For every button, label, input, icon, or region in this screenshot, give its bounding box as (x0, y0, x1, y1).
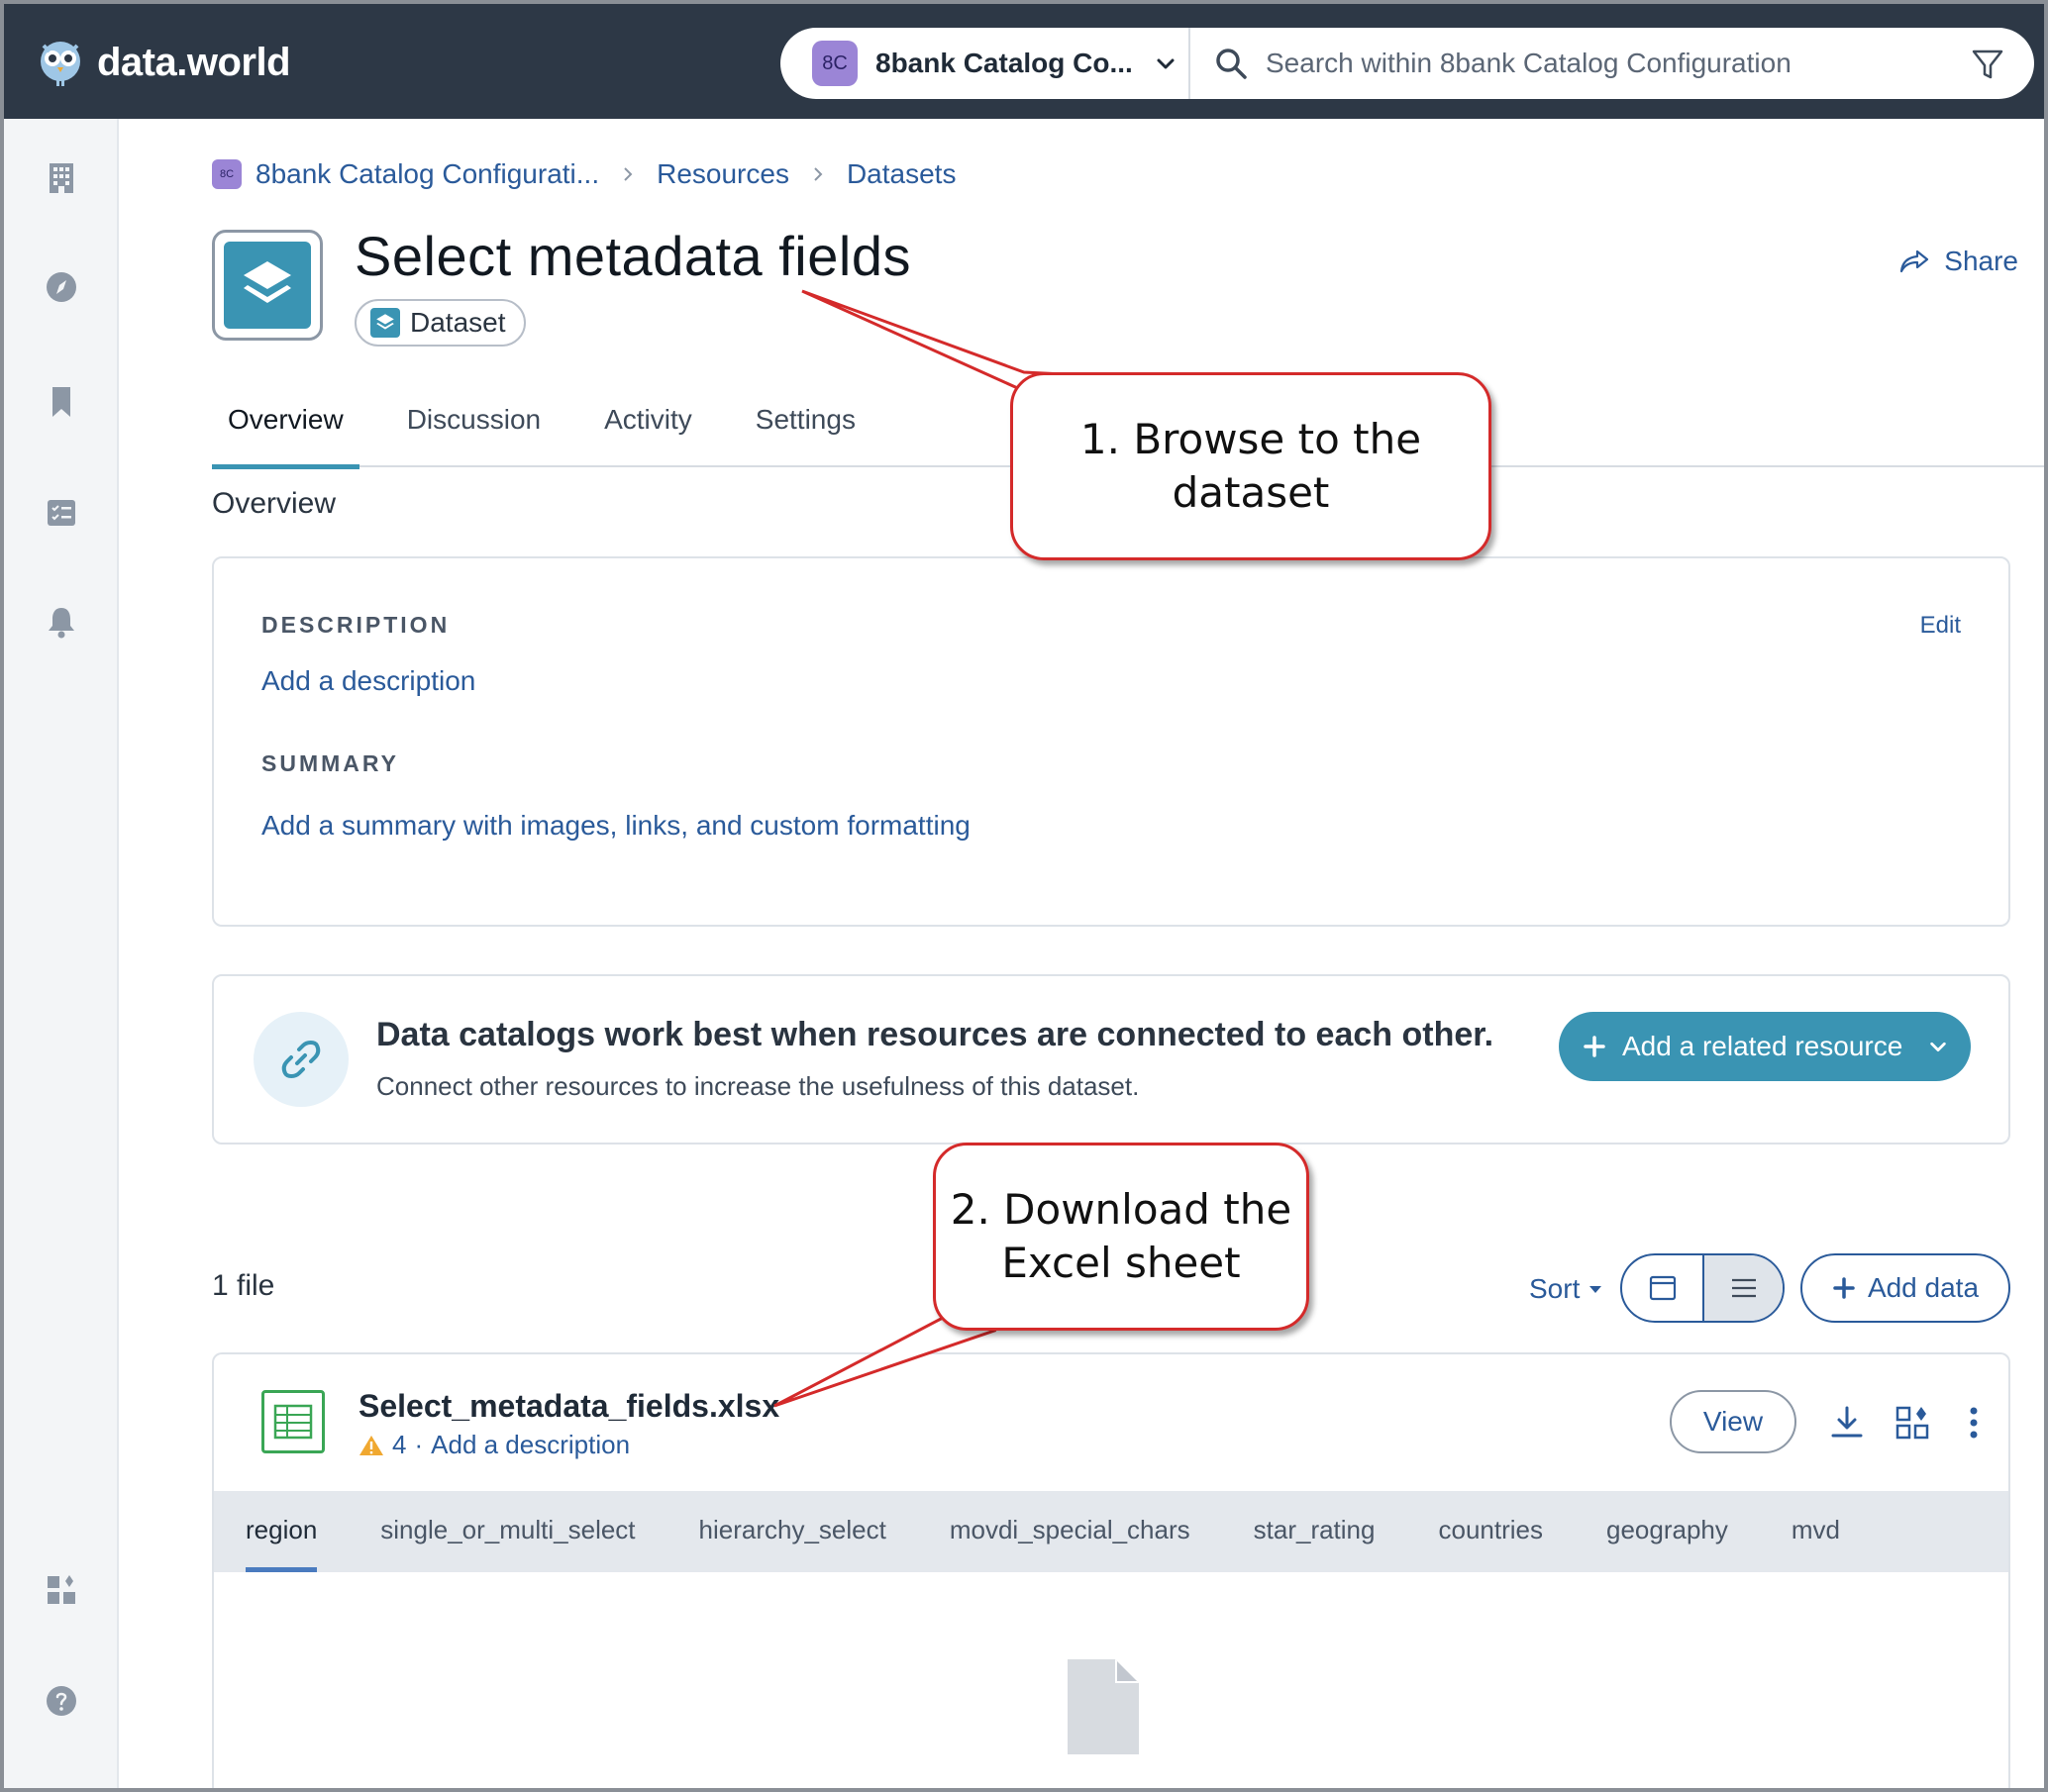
sheet-tab-movdi-special-chars[interactable]: movdi_special_chars (950, 1491, 1190, 1572)
document-placeholder-icon (1068, 1659, 1139, 1754)
plus-icon (1584, 1036, 1605, 1057)
callout-step-2: 2. Download the Excel sheet (933, 1143, 1309, 1331)
add-data-label: Add data (1867, 1272, 1980, 1303)
tasks-icon[interactable] (44, 495, 79, 531)
sidebar (4, 119, 119, 1788)
bookmark-icon[interactable] (44, 384, 79, 420)
add-description-link[interactable]: Add a description (261, 665, 475, 697)
sort-label: Sort (1529, 1273, 1581, 1304)
view-file-button[interactable]: View (1670, 1390, 1796, 1453)
org-search-bar: 8C 8bank Catalog Co... (780, 28, 2034, 99)
related-resources-card: Data catalogs work best when resources a… (212, 974, 2010, 1145)
file-name[interactable]: Select_metadata_fields.xlsx (358, 1388, 779, 1425)
connect-title: Data catalogs work best when resources a… (376, 1016, 1494, 1053)
breadcrumb-datasets[interactable]: Datasets (847, 158, 957, 190)
apps-grid-icon[interactable] (44, 1572, 79, 1608)
chevron-right-icon (624, 167, 633, 181)
apps-icon[interactable] (1894, 1404, 1931, 1442)
add-related-resource-button[interactable]: Add a related resource (1559, 1012, 1971, 1081)
summary-label: SUMMARY (261, 750, 399, 776)
description-card: DESCRIPTION Edit Add a description SUMMA… (212, 556, 2010, 927)
tab-activity[interactable]: Activity (588, 396, 708, 467)
caret-down-icon (1589, 1286, 1602, 1293)
resource-type-label: Dataset (410, 307, 506, 338)
org-badge: 8C (812, 41, 858, 86)
callout-step-1: 1. Browse to the dataset (1010, 372, 1491, 560)
link-icon (281, 1041, 321, 1078)
bell-icon[interactable] (44, 604, 79, 640)
more-vertical-icon[interactable] (1955, 1404, 1993, 1442)
sheet-tab-countries[interactable]: countries (1438, 1491, 1543, 1572)
list-view-button[interactable] (1702, 1255, 1783, 1321)
tab-settings[interactable]: Settings (740, 396, 871, 467)
tab-overview[interactable]: Overview (212, 396, 359, 469)
card-view-button[interactable] (1622, 1255, 1702, 1321)
callout-1-line-1: 1. Browse to the (1079, 415, 1422, 463)
description-label: DESCRIPTION (261, 612, 451, 638)
list-view-icon (1731, 1278, 1756, 1298)
connect-subtitle: Connect other resources to increase the … (376, 1071, 1140, 1101)
sheet-tab-region[interactable]: region (246, 1491, 318, 1572)
spreadsheet-file-icon (261, 1390, 325, 1453)
resource-type-pill[interactable]: Dataset (355, 299, 526, 347)
add-summary-link[interactable]: Add a summary with images, links, and cu… (261, 810, 971, 842)
warning-icon (359, 1435, 383, 1455)
share-label: Share (1944, 246, 2018, 276)
tab-discussion[interactable]: Discussion (391, 396, 557, 467)
callout-2-line-2: Excel sheet (1001, 1239, 1241, 1287)
file-add-description-link[interactable]: Add a description (431, 1430, 630, 1460)
help-icon[interactable] (44, 1683, 79, 1719)
compass-icon[interactable] (44, 269, 79, 305)
sort-dropdown[interactable]: Sort (1529, 1273, 1603, 1305)
dataset-icon-box (212, 230, 323, 341)
layers-icon (376, 314, 394, 330)
building-icon[interactable] (44, 160, 79, 196)
sheet-tab-star-rating[interactable]: star_rating (1254, 1491, 1376, 1572)
sheet-tab-mvd[interactable]: mvd (1792, 1491, 1840, 1572)
chevron-down-icon (1157, 58, 1175, 69)
add-data-button[interactable]: Add data (1800, 1253, 2010, 1323)
share-arrow-icon (1900, 249, 1929, 273)
sheet-tab-bar: region single_or_multi_select hierarchy_… (214, 1491, 2008, 1572)
chevron-right-icon (814, 167, 823, 181)
logo[interactable]: data.world (38, 38, 291, 87)
breadcrumb-org[interactable]: 8bank Catalog Configurati... (256, 158, 599, 190)
app-window: data.world 8C 8bank Catalog Co... Search… (0, 0, 2048, 1792)
share-button[interactable]: Share (1898, 246, 2018, 277)
chevron-down-icon (1930, 1042, 1947, 1051)
callout-2-line-1: 2. Download the (950, 1185, 1292, 1234)
org-name: 8bank Catalog Co... (875, 48, 1133, 78)
file-card: Select_metadata_fields.xlsx 4 · Add a de… (212, 1352, 2010, 1788)
logo-text: data.world (97, 40, 291, 84)
warning-count[interactable]: 4 (392, 1430, 406, 1460)
link-icon-circle (254, 1012, 349, 1107)
plus-icon (1833, 1277, 1855, 1299)
add-related-resource-label: Add a related resource (1622, 1031, 1903, 1061)
owl-logo-icon (41, 42, 80, 86)
filter-icon[interactable] (1971, 48, 2004, 81)
meta-separator: · (414, 1430, 424, 1459)
layers-icon (244, 261, 291, 303)
section-title: Overview (212, 487, 337, 520)
sheet-tab-single-or-multi-select[interactable]: single_or_multi_select (380, 1491, 635, 1572)
download-icon[interactable] (1828, 1404, 1866, 1442)
breadcrumb-resources[interactable]: Resources (657, 158, 789, 190)
file-meta: 4 · Add a description (358, 1430, 630, 1460)
view-toggle (1620, 1253, 1785, 1323)
file-count: 1 file (212, 1269, 275, 1302)
top-bar: data.world 8C 8bank Catalog Co... (4, 4, 2044, 119)
edit-button[interactable]: Edit (1920, 612, 1961, 640)
search-input[interactable] (1266, 48, 1959, 79)
sheet-tab-hierarchy-select[interactable]: hierarchy_select (699, 1491, 886, 1572)
breadcrumb-org-badge: 8C (212, 159, 242, 189)
search-icon (1216, 49, 1247, 79)
card-view-icon (1649, 1275, 1676, 1301)
breadcrumb: 8C 8bank Catalog Configurati... Resource… (212, 158, 956, 190)
org-selector[interactable]: 8C 8bank Catalog Co... (780, 28, 1190, 99)
callout-1-line-2: dataset (1172, 468, 1330, 517)
sheet-tab-geography[interactable]: geography (1606, 1491, 1728, 1572)
page-title: Select metadata fields (355, 225, 911, 287)
